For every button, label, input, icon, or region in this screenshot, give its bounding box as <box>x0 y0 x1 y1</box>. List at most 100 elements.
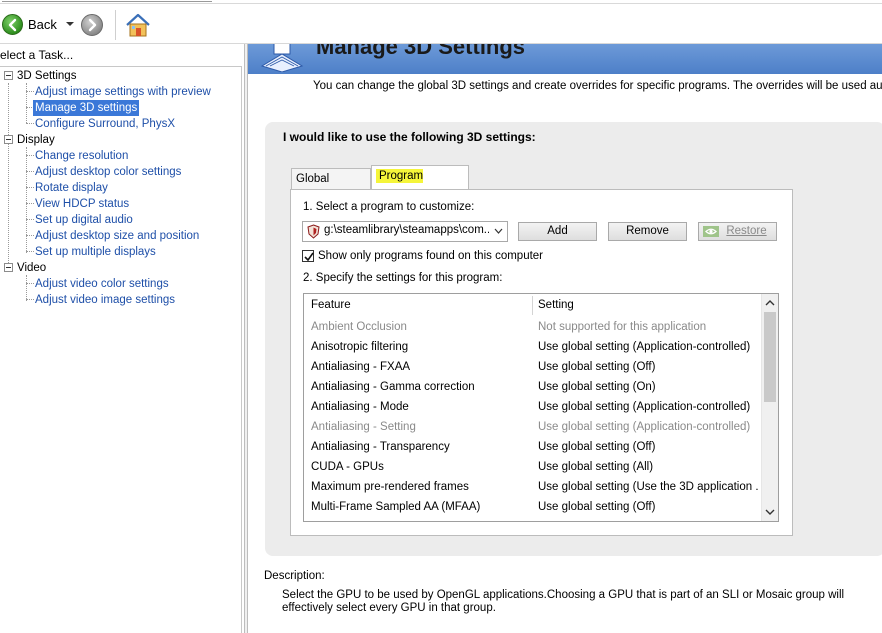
tree-item-digital-audio[interactable]: Set up digital audio <box>35 212 133 228</box>
page-title: Manage 3D Settings <box>316 44 526 59</box>
forward-arrow-icon[interactable] <box>81 14 103 36</box>
setting-cell[interactable]: Use global setting (On) <box>538 381 758 393</box>
setting-cell[interactable]: Use global setting (Application-controll… <box>538 341 758 353</box>
intro-text: You can change the global 3D settings an… <box>313 80 882 92</box>
setting-cell[interactable]: Use global setting (Use the 3D applicati… <box>538 481 758 493</box>
tree-connector <box>8 83 9 269</box>
tree-connector <box>26 147 27 253</box>
step1-label: 1. Select a program to customize: <box>303 201 475 213</box>
restore-button-label: Restore <box>726 225 767 237</box>
step2-label: 2. Specify the settings for this program… <box>303 272 503 284</box>
tree-item-rotate-display[interactable]: Rotate display <box>35 180 108 196</box>
tree-connector <box>26 187 34 188</box>
task-panel-header: elect a Task... <box>0 48 74 62</box>
tree-category-video[interactable]: Video <box>17 260 46 276</box>
tree-connector <box>26 203 34 204</box>
title-bar-fragment <box>2 0 212 2</box>
feature-cell: Maximum pre-rendered frames <box>311 481 469 493</box>
feature-cell: Antialiasing - FXAA <box>311 361 411 373</box>
setting-cell[interactable]: Use global setting (Off) <box>538 501 758 513</box>
task-tree[interactable]: 3D Settings Adjust image settings with p… <box>0 66 242 633</box>
tree-item-manage-3d-settings[interactable]: Manage 3D settings <box>33 100 140 116</box>
setting-cell[interactable]: Use global setting (Application-controll… <box>538 401 758 413</box>
tree-connector <box>26 219 34 220</box>
task-panel: elect a Task... 3D Settings Adjust image… <box>0 44 244 633</box>
tree-item-configure-surround[interactable]: Configure Surround, PhysX <box>35 116 175 132</box>
feature-cell: Antialiasing - Transparency <box>311 441 450 453</box>
tree-category-display[interactable]: Display <box>17 132 55 148</box>
collapse-icon[interactable] <box>4 263 13 272</box>
tree-item-adjust-desktop-color[interactable]: Adjust desktop color settings <box>35 164 181 180</box>
restore-button[interactable]: Restore <box>698 222 777 241</box>
column-header-setting[interactable]: Setting <box>538 299 574 311</box>
show-only-label[interactable]: Show only programs found on this compute… <box>318 250 543 262</box>
chevron-down-icon[interactable] <box>494 228 503 235</box>
tree-connector <box>26 155 34 156</box>
setting-cell[interactable]: Use global setting (All) <box>538 461 758 473</box>
tree-item-multiple-displays[interactable]: Set up multiple displays <box>35 244 156 260</box>
feature-cell: CUDA - GPUs <box>311 461 384 473</box>
table-row[interactable]: Antialiasing - Gamma correction Use globa… <box>304 378 762 398</box>
add-button[interactable]: Add <box>518 222 597 241</box>
remove-button[interactable]: Remove <box>608 222 687 241</box>
vertical-scrollbar[interactable] <box>761 294 778 521</box>
toolbar: Back <box>0 4 882 44</box>
home-icon[interactable] <box>124 12 152 38</box>
tree-item-video-color[interactable]: Adjust video color settings <box>35 276 169 292</box>
tree-connector <box>26 251 34 252</box>
table-row[interactable]: Anisotropic filtering Use global setting … <box>304 338 762 358</box>
program-settings-panel: 1. Select a program to customize: g:\ste… <box>290 189 793 536</box>
column-header-feature[interactable]: Feature <box>311 299 351 311</box>
scroll-up-icon[interactable] <box>765 299 775 307</box>
setting-cell[interactable]: Not supported for this application <box>538 321 758 333</box>
nvidia-logo-icon <box>703 226 719 237</box>
description-text: Select the GPU to be used by OpenGL appl… <box>282 589 845 614</box>
program-select-value: g:\steamlibrary\steamapps\com... <box>324 224 489 236</box>
tree-item-view-hdcp-status[interactable]: View HDCP status <box>35 196 129 212</box>
tree-connector <box>26 83 27 123</box>
settings-grid[interactable]: Feature Setting Ambient Occlusion Not sup… <box>303 293 779 522</box>
table-row[interactable]: Ambient Occlusion Not supported for this … <box>304 318 762 338</box>
tree-category-3d-settings[interactable]: 3D Settings <box>17 68 76 84</box>
tree-connector <box>26 299 34 300</box>
column-divider[interactable] <box>532 296 533 315</box>
main-content: Manage 3D Settings You can change the gl… <box>248 44 882 633</box>
toolbar-separator <box>115 10 116 40</box>
settings-group: I would like to use the following 3D set… <box>265 122 882 556</box>
setting-cell[interactable]: Use global setting (Off) <box>538 441 758 453</box>
collapse-icon[interactable] <box>4 135 13 144</box>
feature-cell: Antialiasing - Mode <box>311 401 409 413</box>
3d-settings-icon <box>260 44 304 72</box>
tree-item-change-resolution[interactable]: Change resolution <box>35 148 128 164</box>
program-select[interactable]: g:\steamlibrary\steamapps\com... <box>302 221 508 242</box>
collapse-icon[interactable] <box>4 71 13 80</box>
table-row[interactable]: CUDA - GPUs Use global setting (All) <box>304 458 762 478</box>
chevron-down-icon[interactable] <box>64 18 76 30</box>
back-arrow-icon[interactable] <box>2 14 23 35</box>
table-row[interactable]: Antialiasing - Transparency Use global se… <box>304 438 762 458</box>
tree-item-adjust-image-settings[interactable]: Adjust image settings with preview <box>35 84 211 100</box>
page-banner: Manage 3D Settings <box>248 44 882 74</box>
settings-heading: I would like to use the following 3D set… <box>283 130 536 144</box>
scrollbar-thumb[interactable] <box>764 312 776 402</box>
table-row[interactable]: Multi-Frame Sampled AA (MFAA) Use global … <box>304 498 762 518</box>
tree-item-video-image[interactable]: Adjust video image settings <box>35 292 175 308</box>
tab-global-settings[interactable]: Global Settings <box>291 168 371 205</box>
show-only-checkbox[interactable] <box>302 250 314 262</box>
table-row[interactable]: Antialiasing - Setting Use global setting… <box>304 418 762 438</box>
grid-header: Feature Setting <box>304 294 762 316</box>
tree-connector <box>26 123 34 124</box>
setting-cell[interactable]: Use global setting (Application-controll… <box>538 421 758 433</box>
setting-cell[interactable]: Use global setting (Off) <box>538 361 758 373</box>
back-button-label[interactable]: Back <box>28 17 57 32</box>
feature-cell: Multi-Frame Sampled AA (MFAA) <box>311 501 481 513</box>
table-row[interactable]: Antialiasing - FXAA Use global setting (O… <box>304 358 762 378</box>
scroll-down-icon[interactable] <box>765 508 775 516</box>
feature-cell: Antialiasing - Gamma correction <box>311 381 475 393</box>
tree-connector <box>26 171 34 172</box>
tree-item-desktop-size-position[interactable]: Adjust desktop size and position <box>35 228 199 244</box>
table-row[interactable]: Maximum pre-rendered frames Use global se… <box>304 478 762 498</box>
description-label: Description: <box>264 570 325 582</box>
tab-program-settings[interactable]: Program Settings <box>371 165 469 203</box>
table-row[interactable]: Antialiasing - Mode Use global setting (A… <box>304 398 762 418</box>
